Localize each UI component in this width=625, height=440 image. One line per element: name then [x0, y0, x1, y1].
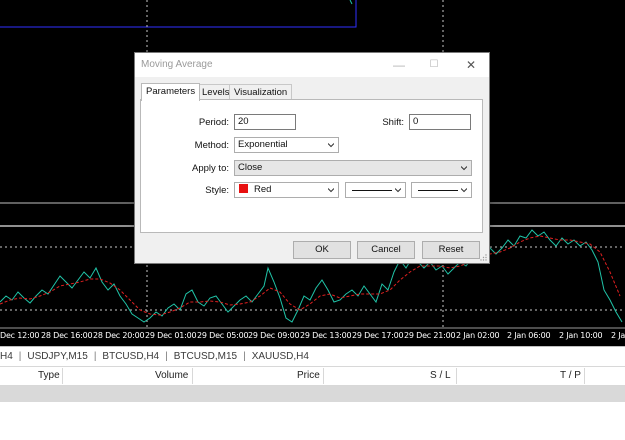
- time-axis-label: 28 Dec 20:00: [93, 331, 145, 340]
- reset-button[interactable]: Reset: [422, 241, 480, 259]
- column-stop-loss[interactable]: S / L: [430, 367, 451, 385]
- time-axis-label: 2 Ja: [611, 331, 625, 340]
- column-divider: [584, 368, 585, 384]
- time-axis-label: 2 Jan 06:00: [507, 331, 551, 340]
- method-value: Exponential: [238, 139, 288, 150]
- chevron-down-icon: [395, 188, 401, 193]
- resize-grip-icon[interactable]: [479, 253, 487, 261]
- chevron-down-icon: [328, 143, 334, 148]
- symbol-tab[interactable]: BTCUSD,H4: [96, 351, 165, 362]
- dialog-title: Moving Average: [141, 59, 213, 70]
- chart-line-fragment: [349, 0, 353, 5]
- time-axis-label: 29 Dec 09:00: [248, 331, 300, 340]
- chevron-down-icon: [461, 188, 467, 193]
- column-take-profit[interactable]: T / P: [560, 367, 581, 385]
- column-price[interactable]: Price: [297, 367, 320, 385]
- time-axis-label: 2 Jan 02:00: [456, 331, 500, 340]
- chevron-down-icon: [461, 166, 467, 171]
- chevron-down-icon: [328, 188, 334, 193]
- chart-object-rectangle: [0, 0, 357, 28]
- tab-visualization[interactable]: Visualization: [229, 84, 293, 100]
- trade-table-summary-row: [0, 386, 625, 402]
- style-color-select[interactable]: Red: [234, 182, 339, 198]
- trade-table-header: Type Volume Price S / L T / P: [0, 366, 625, 386]
- style-color-name: Red: [254, 184, 272, 195]
- dialog-titlebar[interactable]: Moving Average — ☐ ✕: [135, 53, 489, 77]
- column-type[interactable]: Type: [38, 367, 60, 385]
- shift-input[interactable]: 0: [409, 114, 471, 130]
- time-axis-label: 29 Dec 13:00: [300, 331, 352, 340]
- line-width-thin-icon: [418, 190, 458, 191]
- column-divider: [62, 368, 63, 384]
- time-axis-label: 29 Dec 01:00: [145, 331, 197, 340]
- minimize-button[interactable]: —: [385, 55, 413, 75]
- period-input[interactable]: 20: [234, 114, 296, 130]
- line-style-select[interactable]: [345, 182, 406, 198]
- apply-to-select[interactable]: Close: [234, 160, 472, 176]
- color-swatch: [239, 184, 248, 193]
- apply-to-value: Close: [238, 162, 263, 173]
- time-axis-label: 29 Dec 05:00: [197, 331, 249, 340]
- period-label: Period:: [198, 117, 229, 128]
- column-divider: [456, 368, 457, 384]
- parameters-panel: Period: 20 Shift: 0 Method: Exponential …: [140, 99, 483, 233]
- close-button[interactable]: ✕: [457, 55, 485, 75]
- moving-average-dialog: Moving Average — ☐ ✕ Parameters Levels V…: [134, 52, 490, 264]
- time-axis: Dec 12:00 28 Dec 16:00 28 Dec 20:00 29 Dec …: [0, 328, 625, 346]
- time-axis-label: 2 Jan 10:00: [559, 331, 603, 340]
- symbol-tabs-bar: H4 | USDJPY,M15 | BTCUSD,H4 | BTCUSD,M15 | XAUUS…: [0, 346, 625, 365]
- symbol-tab[interactable]: BTCUSD,M15: [168, 351, 243, 362]
- shift-label: Shift:: [382, 117, 404, 128]
- tab-parameters[interactable]: Parameters: [141, 83, 201, 101]
- time-axis-label: 29 Dec 17:00: [352, 331, 404, 340]
- symbol-tab[interactable]: H4: [0, 351, 19, 362]
- column-divider: [192, 368, 193, 384]
- column-volume[interactable]: Volume: [155, 367, 188, 385]
- method-select[interactable]: Exponential: [234, 137, 339, 153]
- time-axis-label: Dec 12:00: [0, 331, 40, 340]
- apply-to-label: Apply to:: [192, 163, 229, 174]
- symbol-tab[interactable]: USDJPY,M15: [21, 351, 93, 362]
- line-style-solid-icon: [352, 190, 392, 191]
- ok-button[interactable]: OK: [293, 241, 351, 259]
- time-axis-label: 29 Dec 21:00: [404, 331, 456, 340]
- time-axis-label: 28 Dec 16:00: [41, 331, 93, 340]
- line-width-select[interactable]: [411, 182, 472, 198]
- maximize-button[interactable]: ☐: [420, 55, 448, 75]
- method-label: Method:: [194, 140, 229, 151]
- cancel-button[interactable]: Cancel: [357, 241, 415, 259]
- column-divider: [323, 368, 324, 384]
- style-label: Style:: [205, 185, 229, 196]
- symbol-tab[interactable]: XAUUSD,H4: [246, 351, 315, 362]
